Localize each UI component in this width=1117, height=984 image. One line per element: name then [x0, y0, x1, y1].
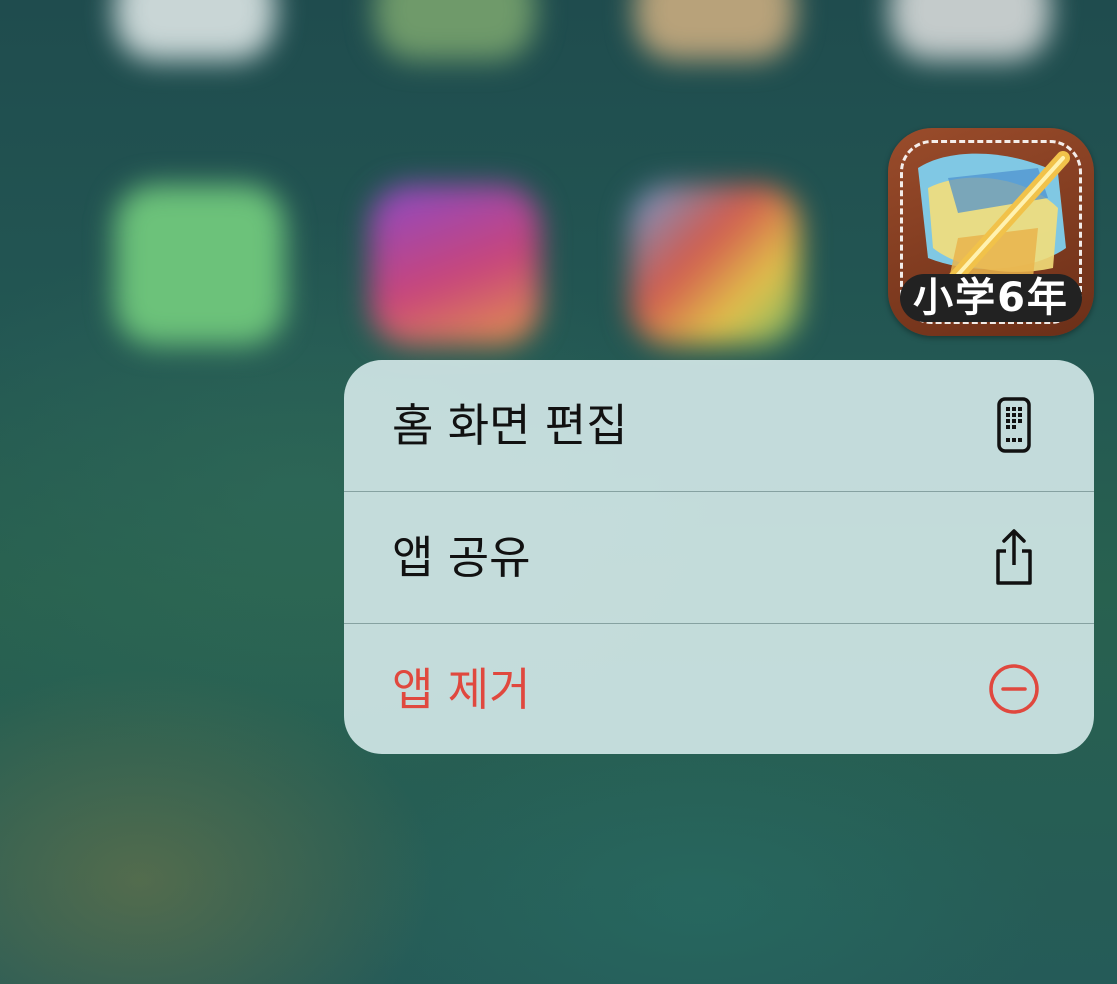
minus-circle-icon [989, 664, 1039, 714]
blurred-app-icon [115, 0, 275, 60]
blurred-photos-icon [630, 185, 800, 345]
menu-item-label: 앱 공유 [392, 531, 531, 584]
share-icon [996, 529, 1032, 585]
blurred-instagram-icon [370, 185, 540, 345]
blurred-app-icon [635, 0, 795, 60]
app-context-menu: 홈 화면 편집 앱 공유 앱 제거 [344, 360, 1094, 754]
blurred-messages-icon [115, 185, 285, 345]
remove-app-menu-item[interactable]: 앱 제거 [344, 624, 1094, 754]
share-app-menu-item[interactable]: 앱 공유 [344, 492, 1094, 623]
kanji-grade6-app-icon[interactable]: 小学6年 [888, 128, 1094, 336]
blurred-app-icon [890, 0, 1050, 60]
edit-home-screen-menu-item[interactable]: 홈 화면 편집 [344, 360, 1094, 491]
menu-item-label: 홈 화면 편집 [392, 399, 628, 452]
blurred-app-icon [375, 0, 535, 60]
grade-label: 小学6年 [900, 274, 1082, 322]
menu-item-label: 앱 제거 [392, 663, 531, 716]
phone-grid-icon [997, 397, 1031, 453]
